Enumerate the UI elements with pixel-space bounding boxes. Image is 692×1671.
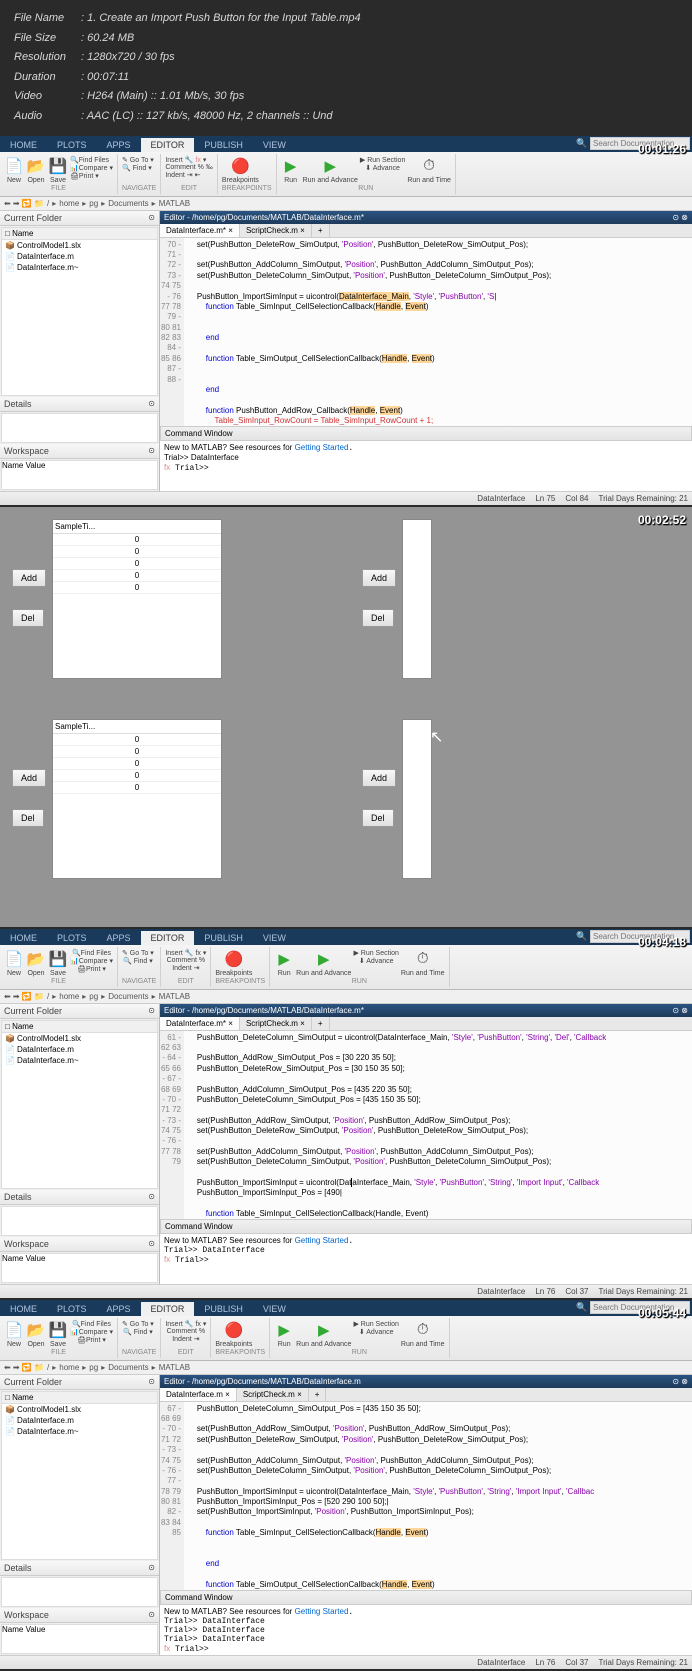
find-button[interactable]: 🔍 Find ▾ (122, 164, 154, 172)
compare-button[interactable]: 📊Compare ▾ (70, 164, 113, 172)
timestamp: 00:01:26 (638, 142, 686, 156)
open-folder-icon: 📂 (26, 156, 46, 176)
screenshot-4: 00:05:44 HOME PLOTS APPS EDITOR PUBLISH … (0, 1300, 692, 1669)
advance-button[interactable]: ⬇ Advance (360, 164, 405, 172)
name-column-header[interactable]: □ Name (2, 228, 157, 240)
new-button[interactable]: 📄New (4, 156, 24, 184)
save-icon: 💾 (48, 156, 68, 176)
open-button[interactable]: 📂Open (26, 156, 46, 184)
tab-view[interactable]: VIEW (253, 138, 296, 152)
editor-tab[interactable]: ScriptCheck.m × (240, 224, 312, 237)
main-tabs: HOME PLOTS APPS EDITOR PUBLISH VIEW 🔍 (0, 136, 692, 152)
run-button[interactable]: ▶Run (281, 156, 301, 184)
output-table-2[interactable] (402, 719, 432, 879)
del-button[interactable]: Del (362, 809, 394, 827)
add-tab[interactable]: + (312, 224, 330, 237)
tab-editor[interactable]: EDITOR (141, 138, 195, 152)
breakpoint-icon: 🔴 (230, 156, 250, 176)
code-editor[interactable]: 70 - 71 - 72 - 73 - 74 75 - 76 77 78 79 … (160, 238, 692, 426)
find-files-button[interactable]: 🔍Find Files (70, 156, 113, 164)
new-file-icon: 📄 (4, 156, 24, 176)
add-button[interactable]: Add (362, 569, 396, 587)
input-table[interactable]: SampleTi... 0 0 0 0 0 (52, 519, 222, 679)
file-item[interactable]: 📦 ControlModel1.slx (2, 240, 157, 251)
left-panel: Current Folder □ Name 📦 ControlModel1.sl… (0, 211, 160, 491)
breadcrumb[interactable]: ⬅ ➡ 🔁 📁 / ▸ home ▸ pg ▸ Documents ▸ MATL… (0, 197, 692, 211)
current-folder-header[interactable]: Current Folder (0, 211, 159, 226)
editor-controls[interactable]: ⊙ ⊗ (672, 213, 688, 222)
timestamp: 00:02:52 (638, 513, 686, 527)
file-metadata: File Name: 1. Create an Import Push Butt… (0, 0, 692, 136)
indent-button[interactable]: Indent ⇥ ⇤ (165, 171, 212, 179)
command-window[interactable]: New to MATLAB? See resources for Getting… (160, 441, 692, 491)
del-button[interactable]: Del (362, 609, 394, 627)
getting-started-link[interactable]: Getting Started (295, 443, 349, 452)
play-advance-icon: ▶ (320, 156, 340, 176)
details-header[interactable]: Details (0, 397, 159, 412)
cursor-icon: ↖ (430, 727, 443, 747)
workspace-header[interactable]: Workspace (0, 444, 159, 459)
add-button[interactable]: Add (12, 769, 46, 787)
command-window-header[interactable]: Command Window (160, 426, 692, 441)
screenshot-3: 00:04:18 HOME PLOTS APPS EDITOR PUBLISH … (0, 929, 692, 1298)
del-button[interactable]: Del (12, 609, 44, 627)
print-button[interactable]: 🖨Print ▾ (70, 172, 113, 180)
screenshot-1: 00:01:26 HOME PLOTS APPS EDITOR PUBLISH … (0, 136, 692, 505)
timestamp: 00:05:44 (638, 1306, 686, 1320)
tab-plots[interactable]: PLOTS (47, 138, 97, 152)
breakpoints-button[interactable]: 🔴Breakpoints (222, 156, 259, 184)
file-item[interactable]: 📄 DataInterface.m~ (2, 262, 157, 273)
file-item[interactable]: 📄 DataInterface.m (2, 251, 157, 262)
run-section-button[interactable]: ▶ Run Section (360, 156, 405, 164)
run-time-button[interactable]: ⏱Run and Time (407, 156, 451, 184)
del-button[interactable]: Del (12, 809, 44, 827)
tab-publish[interactable]: PUBLISH (194, 138, 253, 152)
ribbon: 📄New 📂Open 💾Save 🔍Find Files 📊Compare ▾ … (0, 152, 692, 197)
output-table[interactable] (402, 519, 432, 679)
add-button[interactable]: Add (12, 569, 46, 587)
timestamp: 00:04:18 (638, 935, 686, 949)
tab-home[interactable]: HOME (0, 138, 47, 152)
comment-button[interactable]: Comment % ‰ (165, 164, 212, 171)
save-button[interactable]: 💾Save (48, 156, 68, 184)
status-bar: DataInterfaceLn 75Col 84Trial Days Remai… (0, 491, 692, 505)
play-icon: ▶ (281, 156, 301, 176)
tab-apps[interactable]: APPS (97, 138, 141, 152)
add-button[interactable]: Add (362, 769, 396, 787)
run-advance-button[interactable]: ▶Run and Advance (303, 156, 358, 184)
insert-button[interactable]: Insert 🔧 fx ▾ (165, 156, 212, 164)
editor-title: Editor - /home/pg/Documents/MATLAB/DataI… (160, 211, 692, 224)
editor-tab[interactable]: DataInterface.m* × (160, 224, 240, 237)
screenshot-2: 00:02:52 SampleTi... 0 0 0 0 0 Add Del A… (0, 507, 692, 927)
clock-icon: ⏱ (419, 156, 439, 176)
input-table-2[interactable]: SampleTi... 0 0 0 0 0 (52, 719, 222, 879)
goto-button[interactable]: ✎ Go To ▾ (122, 156, 154, 164)
